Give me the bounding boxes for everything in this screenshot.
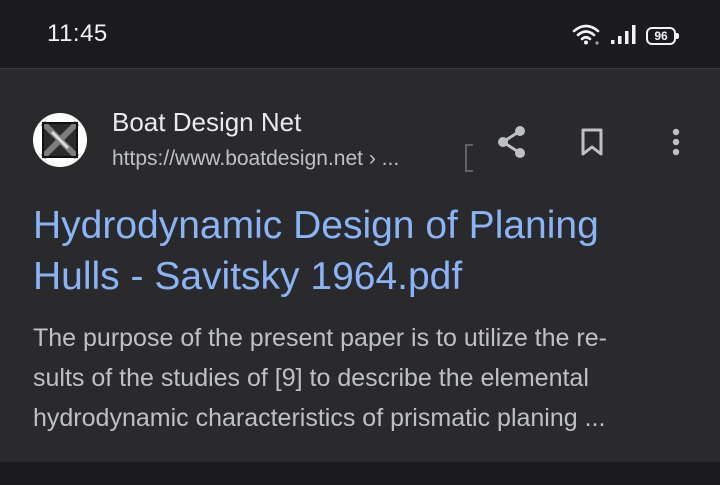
result-snippet: The purpose of the present paper is to u… — [33, 318, 688, 438]
site-favicon — [33, 113, 87, 167]
site-name[interactable]: Boat Design Net — [112, 107, 301, 138]
battery-icon: 96 — [646, 27, 679, 45]
result-title-line[interactable]: Hulls - Savitsky 1964.pdf — [33, 251, 673, 302]
wifi-icon — [572, 23, 600, 50]
bookmark-button[interactable] — [570, 120, 614, 164]
more-vert-icon — [672, 128, 680, 156]
site-url[interactable]: https://www.boatdesign.net › ... — [112, 147, 399, 171]
status-bar: 11:45 96 — [0, 0, 720, 60]
share-button[interactable] — [490, 120, 534, 164]
status-icons: 96 — [572, 22, 679, 50]
result-title-line[interactable]: Hydrodynamic Design of Planing — [33, 200, 673, 251]
share-icon — [498, 126, 525, 158]
result-title-link[interactable]: Hydrodynamic Design of Planing Hulls - S… — [33, 200, 673, 302]
status-time: 11:45 — [47, 20, 108, 47]
boat-design-net-logo-icon — [40, 120, 80, 160]
snippet-line: sults of the studies of [9] to describe … — [33, 364, 589, 392]
bookmark-icon — [581, 128, 603, 156]
signal-icon — [610, 23, 636, 50]
snippet-line: The purpose of the present paper is to u… — [33, 324, 607, 352]
url-truncation-bracket — [465, 144, 473, 172]
snippet-line: hydrodynamic characteristics of prismati… — [33, 404, 606, 432]
more-options-button[interactable] — [654, 120, 698, 164]
next-card-gap — [0, 462, 720, 485]
